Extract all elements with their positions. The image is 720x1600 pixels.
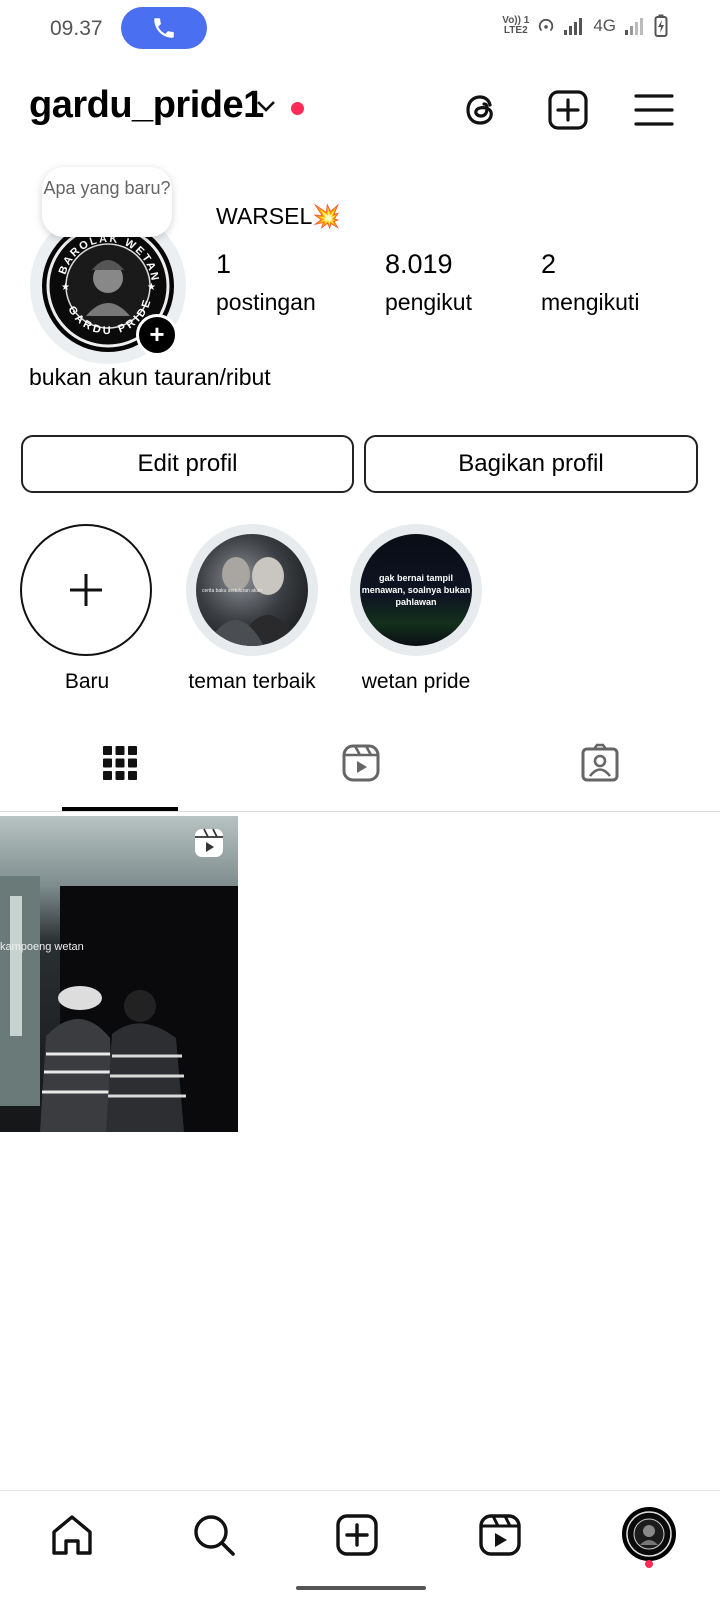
home-icon[interactable]	[49, 1512, 95, 1558]
svg-text:cerita baku seduluran akan: cerita baku seduluran akan	[202, 588, 262, 594]
stat-followers-value[interactable]: 8.019	[385, 249, 453, 280]
nav-notification-dot	[645, 1560, 653, 1568]
ongoing-call-pill[interactable]	[121, 7, 207, 49]
network-type: 4G	[593, 16, 616, 35]
highlight-wetan-pride[interactable]: gak bernai tampil menawan, soalnya bukan…	[350, 524, 482, 656]
profile-nav-avatar-image	[626, 1511, 672, 1557]
svg-text:★: ★	[61, 282, 70, 293]
whats-new-bubble[interactable]: Apa yang baru?	[42, 167, 172, 237]
signal-icon-2	[625, 18, 643, 35]
threads-icon[interactable]	[459, 88, 503, 132]
highlight-thumbnail: cerita baku seduluran akan	[202, 557, 300, 646]
highlight-label-wetan-pride: wetan pride	[361, 670, 471, 693]
tagged-tab-icon[interactable]	[580, 743, 620, 783]
profile-bio: bukan akun tauran/ribut	[29, 364, 271, 390]
reels-tab-icon[interactable]	[341, 743, 381, 783]
new-highlight-button[interactable]	[20, 524, 152, 656]
search-icon[interactable]	[191, 1512, 237, 1558]
share-profile-button[interactable]: Bagikan profil	[364, 435, 698, 493]
svg-text:★: ★	[147, 282, 156, 293]
signal-icon-1	[564, 18, 583, 35]
create-post-icon[interactable]	[546, 88, 590, 132]
add-story-button[interactable]: +	[136, 314, 178, 356]
battery-charging-icon	[654, 14, 668, 37]
hotspot-icon	[539, 18, 554, 32]
create-icon[interactable]	[334, 1512, 380, 1558]
stat-following-label[interactable]: mengikuti	[541, 289, 639, 316]
reels-icon[interactable]	[477, 1512, 523, 1558]
plus-icon	[70, 574, 102, 606]
stat-followers-label[interactable]: pengikut	[385, 289, 472, 316]
grid-icon[interactable]	[100, 743, 140, 783]
highlight-overlay-text: gak bernai tampil menawan, soalnya bukan…	[361, 573, 471, 607]
profile-username[interactable]: gardu_pride1	[29, 84, 264, 127]
highlight-label-teman-terbaik: teman terbaik	[188, 670, 316, 693]
stat-posts-label[interactable]: postingan	[216, 289, 316, 316]
stat-posts-value[interactable]: 1	[216, 249, 231, 280]
bottom-nav-divider	[0, 1490, 720, 1491]
status-time: 09.37	[50, 17, 103, 40]
profile-nav-avatar[interactable]	[622, 1507, 676, 1561]
tab-divider	[0, 811, 720, 812]
status-icons: Vo)) 1 LTE2 4G	[502, 14, 668, 38]
post-image	[0, 876, 238, 1132]
phone-icon	[154, 18, 174, 38]
highlight-teman-terbaik[interactable]: cerita baku seduluran akan	[186, 524, 318, 656]
stat-following-value[interactable]: 2	[541, 249, 556, 280]
chevron-down-icon[interactable]	[256, 99, 276, 113]
highlight-label-new: Baru	[64, 670, 110, 693]
volte-indicator: Vo)) 1 LTE2	[502, 15, 530, 36]
display-name: WARSEL💥	[216, 203, 341, 229]
gesture-home-bar[interactable]	[296, 1586, 426, 1590]
post-thumbnail[interactable]: kampoeng wetan	[0, 816, 238, 1132]
post-overlay-text: kampoeng wetan	[0, 941, 84, 953]
menu-icon[interactable]	[632, 88, 676, 132]
reel-indicator-icon	[195, 828, 223, 857]
edit-profile-button[interactable]: Edit profil	[21, 435, 354, 493]
notification-dot	[291, 102, 304, 115]
